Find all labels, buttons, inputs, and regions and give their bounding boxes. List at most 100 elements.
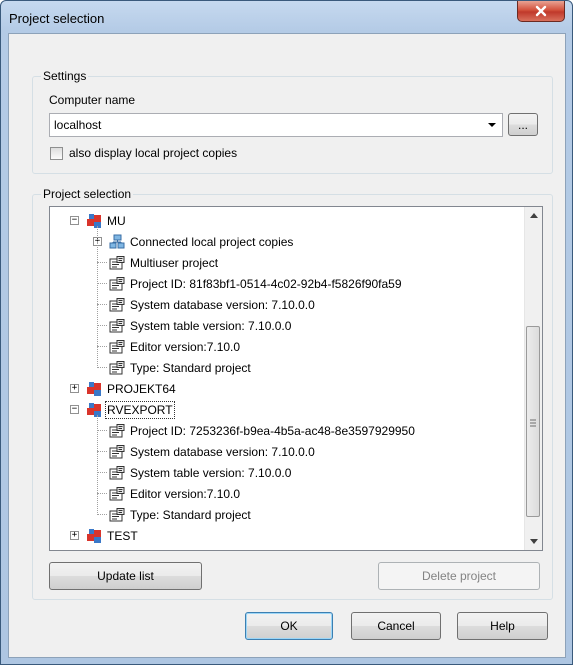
project-selection-group-label: Project selection [41,187,134,201]
tree-property-item[interactable]: System table version: 7.10.0.0 [109,315,291,336]
property-sheet-icon [109,255,125,270]
tree-property-item[interactable]: Editor version:7.10.0 [109,336,240,357]
collapse-icon[interactable]: − [70,216,79,225]
tree-connector-line [97,472,107,473]
tree-property-item[interactable]: Project ID: 81f83bf1-0514-4c02-92b4-f582… [109,273,402,294]
tree-property-item[interactable]: Type: Standard project [109,357,251,378]
close-icon [535,5,547,17]
tree-connector-line [97,514,107,515]
chevron-down-icon [529,539,538,544]
cancel-label: Cancel [377,619,415,633]
tree-item-label: Connected local project copies [130,234,294,249]
tree-item-label: TEST [107,528,138,543]
tree-project-item[interactable]: TEST_VERK [86,546,177,551]
cancel-button[interactable]: Cancel [351,612,441,640]
help-label: Help [490,619,515,633]
property-sheet-icon [109,444,125,459]
update-list-label: Update list [97,569,154,583]
tree-item-label: System table version: 7.10.0.0 [130,465,292,480]
browse-button[interactable]: ... [508,113,538,136]
tree-item-label: System table version: 7.10.0.0 [130,318,292,333]
project-icon [86,213,102,229]
tree-connector-line [97,367,107,368]
tree-property-item[interactable]: System database version: 7.10.0.0 [109,294,315,315]
tree-connector-line [97,430,107,431]
property-sheet-icon [109,297,125,312]
tree-connector-line [97,325,107,326]
grip-icon [530,419,536,427]
tree-item-label: Type: Standard project [130,360,251,375]
browse-button-label: ... [517,117,528,132]
tree-item-label: Project ID: 81f83bf1-0514-4c02-92b4-f582… [130,276,402,291]
tree-connector-line [97,415,98,515]
tree-property-item[interactable]: Multiuser project [109,252,218,273]
dialog-window: Project selection Settings Computer name… [0,0,573,665]
chevron-up-icon [529,213,538,218]
tree-item-label: Editor version:7.10.0 [130,339,241,354]
property-sheet-icon [109,339,125,354]
vertical-scrollbar[interactable] [524,207,542,550]
tree-connector-line [97,304,107,305]
property-sheet-icon [109,318,125,333]
tree-property-item[interactable]: System table version: 7.10.0.0 [109,462,291,483]
tree-connector-line [97,262,107,263]
scroll-down-arrow[interactable] [525,533,542,550]
delete-project-label: Delete project [421,569,497,583]
tree-item-label: PROJEKT64 [107,381,176,396]
expand-icon[interactable]: + [70,531,79,540]
chevron-down-icon[interactable] [488,123,496,127]
scroll-up-arrow[interactable] [525,207,542,224]
project-tree[interactable]: − MU + Connected local project copies Multiu… [49,206,543,551]
tree-connector-line [97,226,98,368]
tree-connector-line [97,346,107,347]
computer-name-combobox[interactable]: localhost [49,113,503,137]
property-sheet-icon [109,360,125,375]
tree-connector-line [97,283,107,284]
title-bar[interactable]: Project selection [1,1,572,35]
tree-property-item[interactable]: Editor version:7.10.0 [109,483,240,504]
delete-project-button[interactable]: Delete project [378,562,540,590]
tree-property-item[interactable]: Project ID: 7253236f-b9ea-4b5a-ac48-8e35… [109,420,415,441]
tree-item-label: System database version: 7.10.0.0 [130,297,315,312]
expand-icon[interactable]: + [70,384,79,393]
update-list-button[interactable]: Update list [49,562,202,590]
window-title: Project selection [9,11,105,26]
tree-project-item[interactable]: RVEXPORT [86,399,175,420]
tree-item-label: Type: Standard project [130,507,251,522]
property-sheet-icon [109,276,125,291]
project-icon [86,549,102,550]
tree-project-item[interactable]: PROJEKT64 [86,378,176,399]
ok-label: OK [280,619,298,633]
local-copies-label[interactable]: also display local project copies [69,146,237,160]
collapse-icon[interactable]: − [70,405,79,414]
tree-property-item[interactable]: Type: Standard project [109,504,251,525]
scroll-thumb[interactable] [526,326,540,517]
project-icon [86,528,102,544]
computer-name-label: Computer name [49,93,136,107]
tree-item-label: MU [107,213,126,228]
local-copies-checkbox[interactable] [50,147,63,160]
tree-item-label: System database version: 7.10.0.0 [130,444,315,459]
tree-connector-line [97,493,107,494]
project-icon [86,402,102,418]
dialog-body: Settings Computer name localhost ... als… [8,33,566,658]
tree-item-label: Project ID: 7253236f-b9ea-4b5a-ac48-8e35… [130,423,415,438]
tree-connector-line [97,451,107,452]
settings-group-label: Settings [41,69,89,83]
tree-item-label: TEST_VERK [107,550,177,551]
close-button[interactable] [517,1,565,22]
property-sheet-icon [109,423,125,438]
tree-project-item[interactable]: TEST [86,525,138,546]
property-sheet-icon [109,465,125,480]
tree-item-label: Editor version:7.10.0 [130,486,241,501]
tree-project-item[interactable]: MU [86,210,126,231]
property-sheet-icon [109,507,125,522]
help-button[interactable]: Help [457,612,548,640]
network-icon [109,234,125,250]
computer-name-value: localhost [54,118,102,132]
ok-button[interactable]: OK [245,612,333,640]
tree-local-copies-item[interactable]: Connected local project copies [109,231,293,252]
tree-item-label: RVEXPORT [105,400,175,419]
property-sheet-icon [109,486,125,501]
tree-property-item[interactable]: System database version: 7.10.0.0 [109,441,315,462]
